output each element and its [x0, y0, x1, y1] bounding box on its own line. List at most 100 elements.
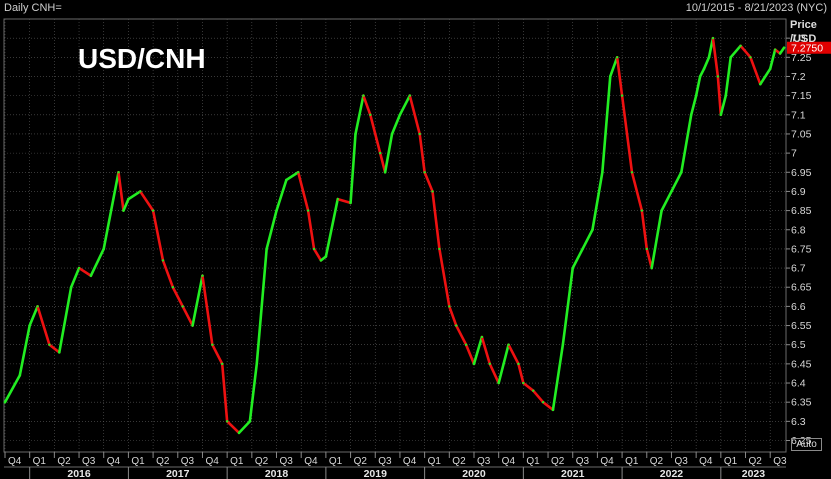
price-point: [438, 247, 441, 251]
quarter-label: Q2: [650, 456, 664, 467]
price-point: [171, 286, 175, 289]
price-segment: [522, 381, 535, 392]
y-tick-label: 6.9: [791, 186, 806, 198]
auto-scale-button[interactable]: Auto: [791, 438, 822, 451]
price-point: [18, 374, 21, 377]
y-tick-label: 7.05: [791, 128, 812, 140]
price-point: [390, 132, 394, 136]
price-point: [324, 255, 328, 258]
price-point: [719, 113, 723, 116]
price-point: [581, 247, 584, 251]
price-segment: [702, 56, 711, 71]
price-segment: [181, 305, 194, 327]
quarter-label: Q4: [699, 456, 713, 467]
price-segment: [171, 285, 185, 308]
price-segment: [660, 190, 673, 212]
price-segment: [48, 343, 61, 354]
quarter-label: Q2: [57, 456, 71, 467]
price-point: [285, 178, 288, 182]
price-segment: [275, 178, 288, 212]
y-tick-label: 7: [791, 148, 797, 160]
price-point: [749, 56, 752, 59]
price-segment: [122, 197, 130, 212]
quarter-label: Q4: [600, 456, 614, 467]
price-segment: [201, 274, 214, 347]
price-point: [122, 209, 125, 212]
price-segment: [719, 94, 728, 117]
price-segment: [497, 343, 510, 385]
price-segment: [650, 209, 663, 270]
price-point: [716, 75, 720, 78]
price-segment: [191, 274, 204, 327]
price-segment: [601, 75, 612, 174]
price-point: [139, 190, 142, 193]
year-label: 2017: [166, 468, 190, 479]
price-point: [265, 247, 268, 251]
price-segment: [448, 305, 458, 327]
price-segment: [354, 94, 365, 136]
price-segment: [694, 75, 702, 97]
y-tick-label: 6.5: [791, 339, 806, 351]
quarter-label: Q3: [576, 456, 590, 467]
price-point: [408, 94, 412, 97]
price-point: [191, 324, 194, 327]
price-segment: [716, 75, 723, 117]
price-point: [237, 431, 241, 435]
price-segment: [759, 67, 772, 86]
price-point: [306, 209, 310, 212]
quarter-label: Q3: [477, 456, 491, 467]
y-tick-label: 7.2: [791, 71, 806, 83]
price-point: [58, 351, 61, 354]
price-segment: [102, 170, 120, 251]
quarter-label: Q3: [280, 456, 294, 467]
price-point: [151, 209, 155, 212]
price-segment: [423, 170, 434, 193]
price-point: [102, 247, 105, 251]
price-segment: [138, 190, 155, 212]
price-point: [615, 56, 619, 59]
quarter-label: Q4: [8, 456, 22, 467]
price-point: [319, 259, 323, 262]
price-segment: [151, 209, 165, 262]
y-tick-label: 6.4: [791, 378, 806, 390]
price-segment: [349, 132, 357, 205]
price-point: [312, 247, 316, 251]
price-point: [89, 274, 93, 277]
price-point: [117, 171, 120, 174]
quarter-label: Q4: [403, 456, 417, 467]
price-segment: [551, 343, 565, 412]
price-point: [3, 400, 7, 404]
y-tick-label: 6.45: [791, 358, 812, 370]
price-segment: [369, 113, 382, 155]
price-point: [221, 362, 224, 366]
y-tick-label: 6.7: [791, 263, 806, 275]
price-point: [773, 48, 777, 51]
price-point: [729, 56, 732, 59]
price-point: [601, 171, 604, 174]
price-point: [28, 324, 31, 327]
price-point: [36, 305, 39, 308]
price-point: [707, 56, 711, 59]
price-segment: [362, 94, 372, 117]
price-segment: [127, 190, 142, 201]
price-point: [694, 94, 698, 97]
quarter-label: Q1: [526, 456, 540, 467]
y-tick-label: 6.3: [791, 416, 806, 428]
price-point: [398, 113, 402, 116]
price-point: [383, 171, 387, 174]
price-point: [522, 381, 525, 385]
chart-title: USD/CNH: [78, 43, 206, 74]
price-segment: [3, 374, 22, 404]
price-segment: [211, 343, 224, 366]
price-point: [378, 151, 382, 155]
price-point: [711, 36, 715, 40]
price-segment: [507, 343, 520, 366]
y-tick-label: 6.75: [791, 243, 812, 255]
quarter-label: Q3: [773, 456, 787, 467]
quarter-label: Q1: [230, 456, 244, 467]
price-segment: [670, 170, 683, 193]
price-point: [782, 46, 786, 49]
price-segment: [225, 420, 241, 435]
price-segment: [531, 389, 545, 404]
price-segment: [324, 197, 340, 258]
